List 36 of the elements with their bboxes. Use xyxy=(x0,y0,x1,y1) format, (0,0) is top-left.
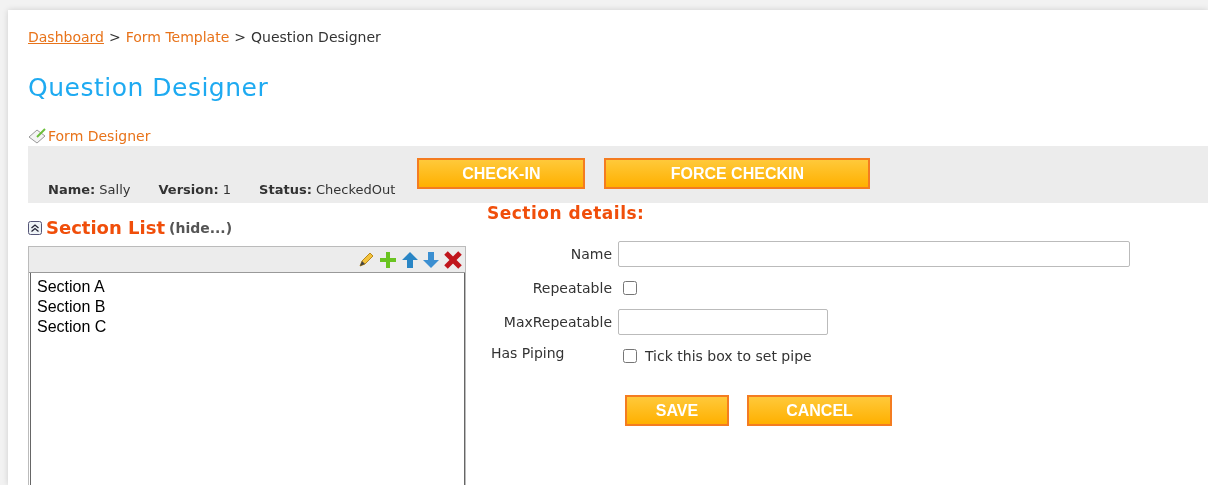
pencil-icon[interactable] xyxy=(357,250,375,269)
breadcrumb-link[interactable]: Dashboard xyxy=(28,29,104,45)
checkbox[interactable] xyxy=(623,349,637,363)
up-arrow-icon[interactable] xyxy=(401,249,419,270)
header-button[interactable]: CHECK-IN xyxy=(417,158,586,189)
record-info: Name: Sally xyxy=(48,182,131,197)
field-label: MaxRepeatable xyxy=(502,314,612,330)
section-listbox[interactable]: Section A Section B Section C xyxy=(30,273,465,485)
collapse-icon[interactable] xyxy=(28,220,42,235)
text-field[interactable] xyxy=(618,241,1130,267)
section-details-title: Section details: xyxy=(487,203,646,223)
section-item[interactable]: Section B xyxy=(37,297,458,317)
checkbox-caption: Tick this box to set pipe xyxy=(645,348,812,364)
section-list-title: Section List xyxy=(46,217,166,238)
page-title: Question Designer xyxy=(28,73,270,102)
breadcrumb-current: Question Designer xyxy=(251,29,381,45)
form-designer-link[interactable]: Form Designer xyxy=(48,128,151,144)
record-info: Status: CheckedOut xyxy=(259,182,396,197)
field-label: Name xyxy=(569,246,612,262)
field-label: Has Piping xyxy=(490,345,566,361)
form-button[interactable]: CANCEL xyxy=(747,395,892,426)
delete-icon[interactable] xyxy=(443,249,463,270)
field-label: Repeatable xyxy=(531,280,612,296)
breadcrumb-separator: > xyxy=(108,29,121,45)
notepad-icon xyxy=(28,128,48,144)
header-button[interactable]: FORCE CHECKIN xyxy=(604,158,871,189)
section-item[interactable]: Section A xyxy=(37,277,458,297)
checkbox[interactable] xyxy=(623,281,637,295)
down-arrow-icon[interactable] xyxy=(422,249,440,270)
record-info: Version: 1 xyxy=(158,182,232,197)
hide-link[interactable]: (hide...) xyxy=(169,219,233,236)
form-button[interactable]: SAVE xyxy=(625,395,729,426)
breadcrumb-link[interactable]: Form Template xyxy=(125,29,230,45)
text-field[interactable] xyxy=(618,309,828,335)
section-item[interactable]: Section C xyxy=(37,317,458,337)
breadcrumb-separator: > xyxy=(234,29,247,45)
